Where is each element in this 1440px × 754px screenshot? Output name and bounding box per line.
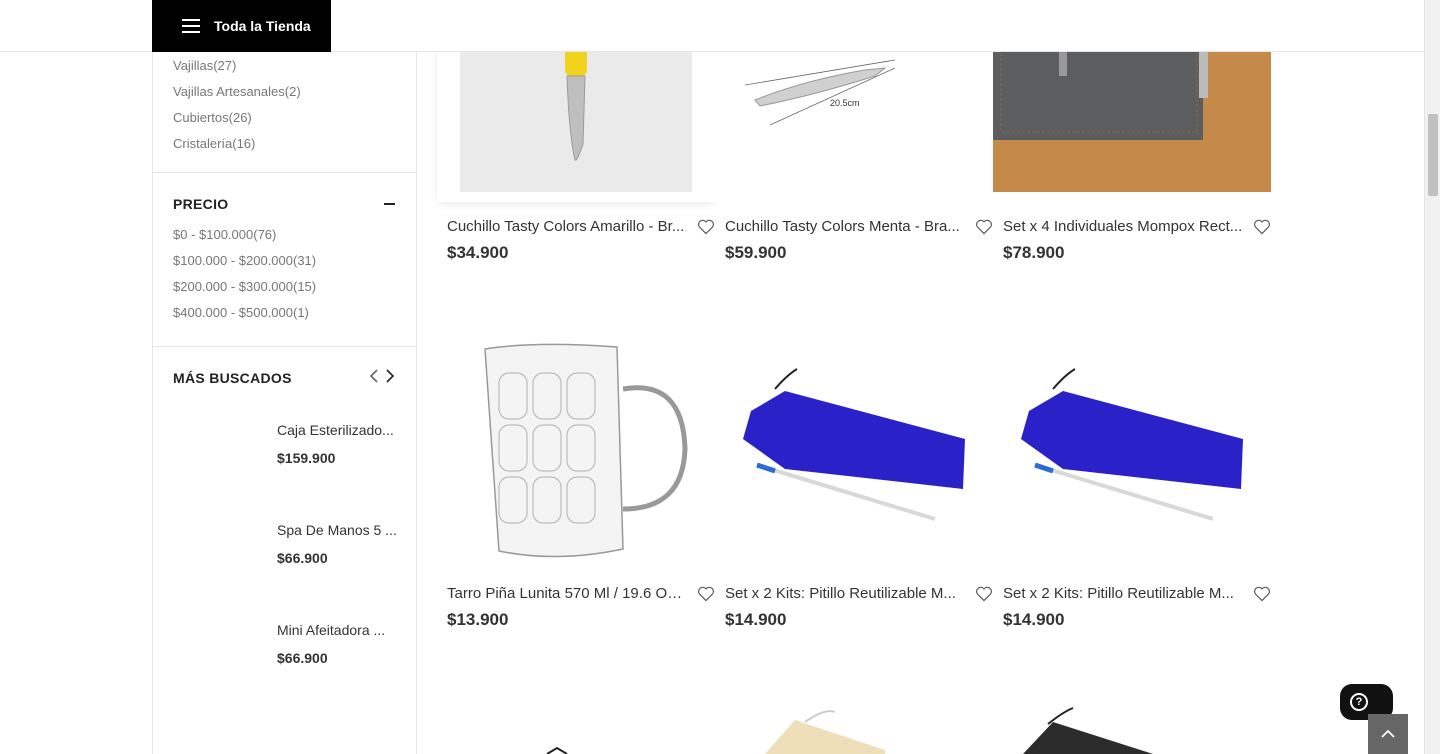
product-card[interactable]: Tarro Piña Lunita 570 Ml / 19.6 Oz... $1… [437,339,715,630]
category-link[interactable]: Vajillas Artesanales(2) [173,79,301,105]
scrollbar-thumb[interactable] [1428,114,1438,196]
heart-icon[interactable] [975,219,993,235]
product-price: $34.900 [447,243,509,262]
divider [153,172,416,173]
page-scrollbar[interactable] [1424,0,1440,754]
category-link[interactable]: Vajillas(27) [173,53,301,79]
item-price: $66.900 [277,550,328,566]
all-store-button[interactable]: Toda la Tienda [152,0,331,52]
product-card[interactable]: Set x 2 Kits: Pitillo Reutilizable M... … [715,339,993,630]
chevron-right-icon[interactable] [385,369,395,383]
divider [153,346,416,347]
product-name[interactable]: Set x 4 Individuales Mompox Rect... [1003,218,1243,235]
item-name[interactable]: Mini Afeitadora ... [277,622,402,638]
product-card[interactable]: Set x 2 Kits: Pitillo Reutilizable M... … [993,339,1271,630]
item-name[interactable]: Spa De Manos 5 ... [277,522,402,538]
product-image[interactable] [437,700,715,754]
product-price: $14.900 [1003,610,1065,629]
price-range-link[interactable]: $400.000 - $500.000(1) [173,300,316,326]
back-to-top-button[interactable] [1368,714,1408,754]
price-range-list: $0 - $100.000(76) $100.000 - $200.000(31… [173,222,316,326]
product-name[interactable]: Set x 2 Kits: Pitillo Reutilizable M... [725,585,965,602]
product-name[interactable]: Tarro Piña Lunita 570 Ml / 19.6 Oz... [447,585,687,602]
category-link[interactable]: Cristalería(16) [173,131,301,157]
help-icon: ? [1350,693,1368,711]
chevron-up-icon [1381,729,1395,738]
collapse-minus-icon[interactable] [384,203,395,205]
product-price: $14.900 [725,610,787,629]
product-image[interactable] [437,339,715,569]
chevron-left-icon[interactable] [369,369,379,383]
sidebar: Vajillas(27) Vajillas Artesanales(2) Cub… [152,0,417,754]
item-price: $159.900 [277,450,336,466]
heart-icon[interactable] [1253,219,1271,235]
product-image[interactable] [993,339,1271,569]
product-image[interactable] [993,700,1271,754]
product-image[interactable] [715,339,993,569]
knife-size-label: 20.5cm [830,98,860,108]
all-store-label: Toda la Tienda [214,18,311,34]
product-image[interactable] [715,700,993,754]
product-name[interactable]: Cuchillo Tasty Colors Menta - Bra... [725,218,965,235]
menu-icon [182,19,200,33]
price-range-link[interactable]: $100.000 - $200.000(31) [173,248,316,274]
price-filter-title: PRECIO [173,196,229,212]
heart-icon[interactable] [1253,586,1271,602]
product-price: $78.900 [1003,243,1065,262]
product-price: $13.900 [447,610,509,629]
heart-icon[interactable] [697,219,715,235]
most-searched-item[interactable]: Spa De Manos 5 ... $66.900 [277,522,402,566]
top-bar: Toda la Tienda [0,0,1424,52]
most-searched-item[interactable]: Mini Afeitadora ... $66.900 [277,622,402,666]
most-searched-title: MÁS BUSCADOS [173,370,292,386]
item-name[interactable]: Caja Esterilizado... [277,422,402,438]
product-name[interactable]: Cuchillo Tasty Colors Amarillo - Br... [447,218,687,235]
most-searched-item[interactable]: Caja Esterilizado... $159.900 [277,422,402,466]
price-range-link[interactable]: $0 - $100.000(76) [173,222,316,248]
category-list: Vajillas(27) Vajillas Artesanales(2) Cub… [173,53,301,157]
price-range-link[interactable]: $200.000 - $300.000(15) [173,274,316,300]
heart-icon[interactable] [975,586,993,602]
product-name[interactable]: Set x 2 Kits: Pitillo Reutilizable M... [1003,585,1243,602]
product-price: $59.900 [725,243,787,262]
heart-icon[interactable] [697,586,715,602]
category-link[interactable]: Cubiertos(26) [173,105,301,131]
carousel-arrows [369,369,395,383]
item-price: $66.900 [277,650,328,666]
